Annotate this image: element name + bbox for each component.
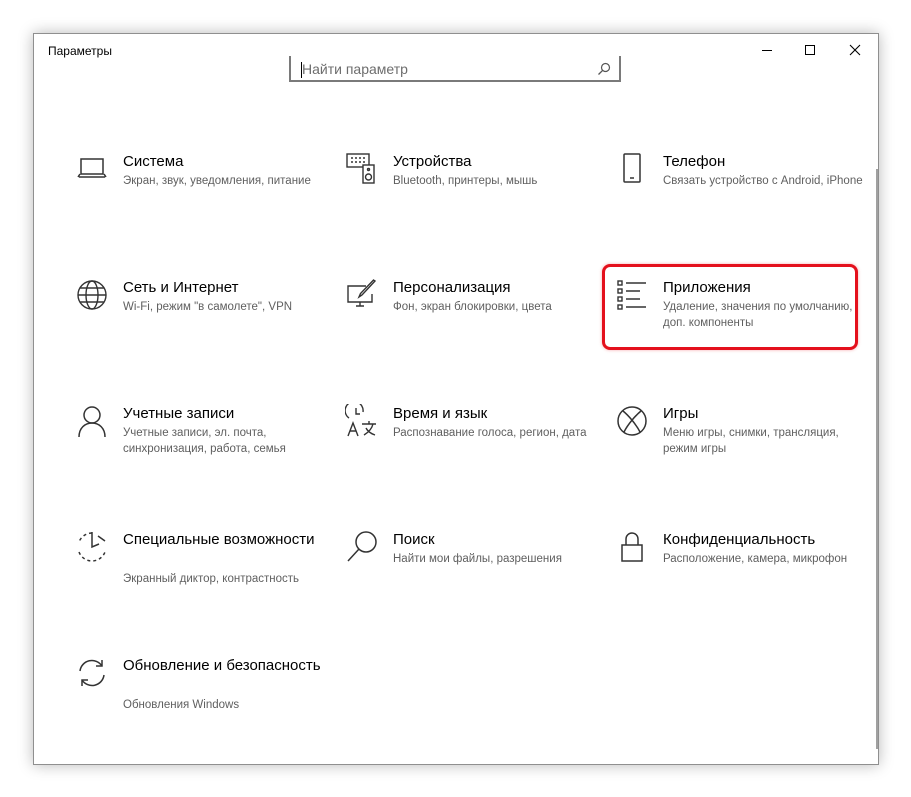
tile-title: Устройства — [393, 153, 472, 170]
devices-icon — [344, 151, 380, 187]
search-box[interactable]: Найти параметр — [289, 56, 621, 82]
tile-description: Фон, экран блокировки, цвета — [393, 301, 552, 313]
sync-icon — [74, 655, 110, 691]
tile-description: Связать устройство с Android, iPhone — [663, 175, 863, 187]
tile-description: Обновления Windows — [123, 699, 240, 711]
close-button[interactable] — [832, 34, 878, 66]
tile-gaming[interactable]: Игры Меню игры, снимки, трансляция, режи… — [614, 403, 864, 499]
globe-icon — [74, 277, 110, 313]
tile-network[interactable]: Сеть и Интернет Wi-Fi, режим "в самолете… — [74, 277, 324, 373]
tile-title: Игры — [663, 405, 699, 422]
tile-description: Меню игры, снимки, трансляция, режим игр… — [663, 427, 839, 455]
tile-description: Bluetooth, принтеры, мышь — [393, 175, 538, 187]
xbox-icon — [614, 403, 650, 439]
laptop-icon — [74, 151, 110, 187]
tile-title: Персонализация — [393, 279, 511, 296]
tile-title: Телефон — [663, 153, 726, 170]
maximize-icon — [805, 45, 815, 55]
tile-title: Конфиденциальность — [663, 531, 816, 548]
tile-title: Поиск — [393, 531, 435, 548]
tile-title: Сеть и Интернет — [123, 279, 239, 296]
ease-of-access-icon — [74, 529, 110, 565]
maximize-button[interactable] — [787, 34, 833, 66]
tile-title: Система — [123, 153, 184, 170]
tile-update-security[interactable]: Обновление и безопасность Обновления Win… — [74, 655, 324, 751]
search-icon[interactable] — [597, 62, 611, 81]
window-title: Параметры — [48, 44, 112, 58]
search-icon — [344, 529, 380, 565]
search-placeholder: Найти параметр — [302, 61, 408, 77]
close-icon — [849, 44, 861, 56]
lock-icon — [614, 529, 650, 565]
tile-system[interactable]: Система Экран, звук, уведомления, питани… — [74, 151, 324, 247]
tile-title: Время и язык — [393, 405, 488, 422]
tile-accounts[interactable]: Учетные записи Учетные записи, эл. почта… — [74, 403, 324, 499]
minimize-button[interactable] — [744, 34, 790, 66]
tile-phone[interactable]: Телефон Связать устройство с Android, iP… — [614, 151, 864, 247]
tile-description: Удаление, значения по умолчанию, доп. ко… — [663, 301, 853, 329]
tile-search[interactable]: Поиск Найти мои файлы, разрешения — [344, 529, 594, 625]
tile-devices[interactable]: Устройства Bluetooth, принтеры, мышь — [344, 151, 594, 247]
scrollbar[interactable] — [876, 169, 878, 749]
tile-privacy[interactable]: Конфиденциальность Расположение, камера,… — [614, 529, 864, 625]
phone-icon — [614, 151, 650, 187]
tile-time-language[interactable]: Время и язык Распознавание голоса, регио… — [344, 403, 594, 499]
tile-description: Учетные записи, эл. почта, синхронизация… — [123, 427, 286, 455]
tile-description: Экранный диктор, контрастность — [123, 573, 300, 585]
tile-description: Найти мои файлы, разрешения — [393, 553, 562, 565]
time-language-icon — [344, 403, 380, 439]
tile-description: Распознавание голоса, регион, дата — [393, 427, 587, 439]
tile-description: Расположение, камера, микрофон — [663, 553, 848, 565]
tile-apps[interactable]: Приложения Удаление, значения по умолчан… — [614, 277, 864, 373]
tile-title: Учетные записи — [123, 405, 235, 422]
minimize-icon — [762, 50, 772, 51]
settings-window: Параметры Найти параметр Система Экран, … — [33, 33, 879, 765]
tile-title: Обновление и безопасность — [123, 657, 321, 674]
tile-personalization[interactable]: Персонализация Фон, экран блокировки, цв… — [344, 277, 594, 373]
personalization-icon — [344, 277, 380, 313]
tile-title: Приложения — [663, 279, 751, 296]
tile-description: Экран, звук, уведомления, питание — [123, 175, 311, 187]
tile-ease-of-access[interactable]: Специальные возможности Экранный диктор,… — [74, 529, 324, 625]
person-icon — [74, 403, 110, 439]
tile-title: Специальные возможности — [123, 531, 315, 548]
tile-description: Wi-Fi, режим "в самолете", VPN — [123, 301, 293, 313]
apps-list-icon — [614, 277, 650, 313]
